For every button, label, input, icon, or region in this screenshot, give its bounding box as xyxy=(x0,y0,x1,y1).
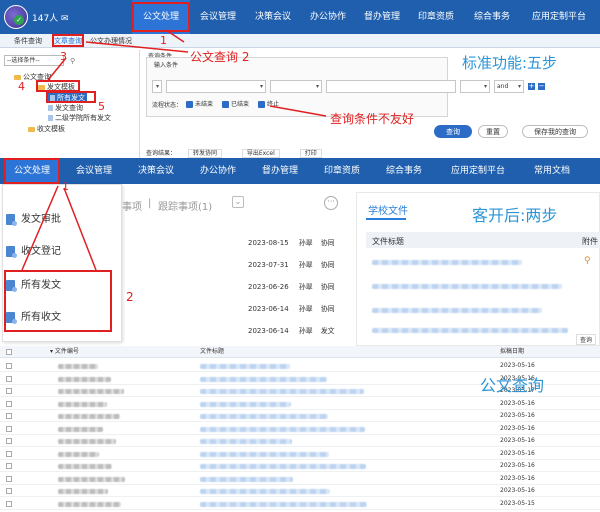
doc-title[interactable] xyxy=(200,501,367,507)
doc-title[interactable] xyxy=(200,451,329,457)
table-row[interactable]: 2023-05-16 xyxy=(0,360,600,372)
doc-number xyxy=(58,489,108,494)
query-badge[interactable]: 查询 xyxy=(576,334,597,345)
row-checkbox[interactable] xyxy=(6,375,12,382)
select-all-checkbox[interactable] xyxy=(6,349,12,355)
doc-number xyxy=(58,364,98,369)
draft-date: 2023-05-16 xyxy=(500,399,535,407)
doc-number xyxy=(58,414,120,419)
table-row[interactable]: 2023-05-16 xyxy=(0,473,600,485)
doc-title[interactable] xyxy=(200,439,292,444)
table-header: ▾ 文件编号 文件标题 拟稿日期 xyxy=(0,346,600,358)
doc-number xyxy=(58,501,121,507)
table-row[interactable]: 2023-05-16 xyxy=(0,460,600,472)
doc-number xyxy=(58,376,111,382)
table-row[interactable]: 2023-05-16 xyxy=(0,485,600,497)
row-checkbox[interactable] xyxy=(6,400,12,407)
doc-title[interactable] xyxy=(200,464,366,469)
table-row[interactable]: 2023-05-16 xyxy=(0,448,600,460)
draft-date: 2023-05-16 xyxy=(500,449,535,457)
row-checkbox[interactable] xyxy=(6,488,12,494)
doc-number xyxy=(58,426,103,432)
draft-date: 2023-05-16 xyxy=(500,474,535,482)
draft-date: 2023-05-16 xyxy=(500,362,535,369)
doc-title[interactable] xyxy=(200,376,327,382)
doc-title[interactable] xyxy=(200,401,291,407)
panel-customized: 公文处理 会议管理 决策会议 办公协作 督办管理 印章资质 综合事务 应用定制平… xyxy=(0,158,600,346)
annotation-doc-query: 公文查询 xyxy=(480,376,545,395)
row-checkbox[interactable] xyxy=(6,413,12,419)
col-draft-date: 拟稿日期 xyxy=(500,348,525,355)
doc-number xyxy=(58,451,99,457)
row-checkbox[interactable] xyxy=(6,363,12,369)
row-checkbox[interactable] xyxy=(6,388,12,394)
panel-standard: ✓ 147人 ✉ 公文处理 会议管理 决策会议 办公协作 督办管理 印章资质 综… xyxy=(0,0,600,158)
table-row[interactable]: 2023-05-16 xyxy=(0,398,600,410)
doc-number xyxy=(58,439,116,444)
draft-date: 2023-05-16 xyxy=(500,487,535,494)
row-checkbox[interactable] xyxy=(6,500,12,507)
panel-doc-query: ▾ 文件编号 文件标题 拟稿日期 2023-05-16 2023-05-16 202… xyxy=(0,334,600,512)
table-row[interactable]: 2023-05-16 xyxy=(0,423,600,435)
annotation2-arrows xyxy=(21,185,97,271)
annotation-arrows xyxy=(47,29,327,117)
row-checkbox[interactable] xyxy=(6,438,12,444)
doc-number xyxy=(58,401,107,407)
doc-title[interactable] xyxy=(200,426,365,432)
doc-number xyxy=(58,389,124,394)
draft-date: 2023-05-16 xyxy=(500,462,535,469)
row-checkbox[interactable] xyxy=(6,425,12,432)
draft-date: 2023-05-15 xyxy=(500,499,535,507)
row-checkbox[interactable] xyxy=(6,475,12,482)
table-row[interactable]: 2023-05-16 xyxy=(0,435,600,447)
table-row[interactable]: 2023-05-16 xyxy=(0,410,600,422)
col-doc-number: ▾ 文件编号 xyxy=(50,348,79,355)
doc-number xyxy=(58,464,112,469)
doc-number xyxy=(58,476,125,482)
doc-title[interactable] xyxy=(200,414,328,419)
doc-title[interactable] xyxy=(200,476,293,482)
row-checkbox[interactable] xyxy=(6,450,12,457)
doc-title[interactable] xyxy=(200,489,330,494)
doc-title[interactable] xyxy=(200,389,364,394)
col-doc-title: 文件标题 xyxy=(200,348,225,355)
draft-date: 2023-05-16 xyxy=(500,424,535,432)
draft-date: 2023-05-16 xyxy=(500,437,535,444)
draft-date: 2023-05-16 xyxy=(500,412,535,419)
row-checkbox[interactable] xyxy=(6,463,12,469)
table-row[interactable]: 2023-05-15 xyxy=(0,498,600,510)
doc-title[interactable] xyxy=(200,364,290,369)
